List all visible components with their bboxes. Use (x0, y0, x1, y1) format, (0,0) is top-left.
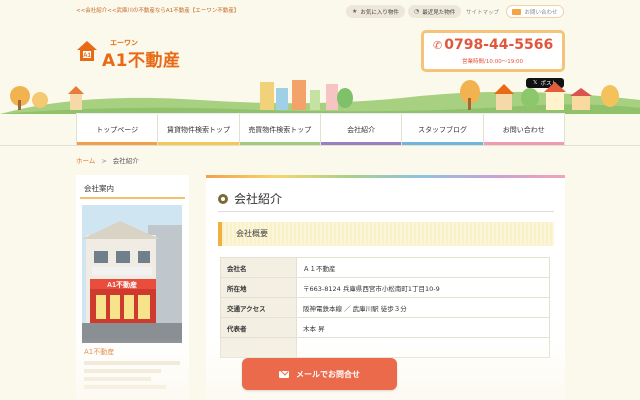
sitemap-link[interactable]: サイトマップ (466, 8, 499, 16)
table-key: 会社名 (220, 257, 297, 278)
table-key (220, 337, 297, 358)
sidebar-title: 会社案内 (84, 184, 114, 193)
site-tagline: <<会社紹介<<武庫川の不動産ならA1不動産【エーワン不動産】 (76, 8, 240, 14)
svg-text:A1: A1 (83, 53, 91, 59)
recent-button[interactable]: ◔ 最近見た物件 (408, 5, 462, 18)
breadcrumb-home[interactable]: ホーム (76, 157, 95, 165)
table-value: 木本 昇 (296, 317, 550, 338)
table-row: 代表者 木本 昇 (220, 317, 550, 338)
table-row: 交通アクセス 阪神電鉄本線 ／ 武庫川駅 徒歩３分 (220, 297, 550, 318)
star-icon: ★ (352, 8, 358, 15)
recent-label: 最近見た物件 (422, 9, 456, 16)
phone-icon: ✆ (433, 39, 443, 52)
mail-icon (279, 370, 289, 378)
sidebar-info-line (84, 361, 180, 365)
mail-icon (512, 8, 522, 15)
breadcrumb-separator: > (101, 157, 107, 165)
circle-bullet-icon (218, 193, 228, 204)
breadcrumb: ホーム > 会社紹介 (76, 155, 139, 165)
svg-text:A1不動産: A1不動産 (107, 280, 137, 289)
contact-top-button[interactable]: お問い合わせ (506, 5, 564, 18)
rainbow-top-border (206, 175, 565, 178)
table-value (296, 337, 550, 358)
sidebar-shop-name: A1不動産 (84, 348, 115, 356)
phone-number-text: 0798-44-5566 (444, 37, 554, 53)
nav-top[interactable]: トップページ (76, 114, 159, 145)
table-row: 会社名 Ａ１不動産 (220, 257, 550, 278)
nav-contact[interactable]: お問い合わせ (483, 114, 565, 145)
clock-icon: ◔ (414, 8, 420, 15)
storefront-photo: A1不動産 (82, 205, 182, 343)
phone-box[interactable]: ✆ 0798-44-5566 営業時間/10:00～19:00 (421, 30, 565, 72)
table-value: 〒663-8124 兵庫県西宮市小松南町1丁目10-9 (296, 277, 550, 298)
top-bar: <<会社紹介<<武庫川の不動産ならA1不動産【エーワン不動産】 ★ お気に入り物… (0, 0, 640, 24)
page-title: 会社紹介 (218, 190, 282, 207)
table-row: 所在地 〒663-8124 兵庫県西宮市小松南町1丁目10-9 (220, 277, 550, 298)
breadcrumb-current: 会社紹介 (112, 157, 139, 165)
title-divider (218, 211, 554, 212)
table-value: Ａ１不動産 (296, 257, 550, 278)
table-key: 所在地 (220, 277, 297, 298)
nav-rental-label: 賃貸物件検索トップ (166, 125, 230, 134)
contact-top-label: お問い合わせ (524, 9, 558, 16)
nav-contact-label: お問い合わせ (502, 125, 545, 134)
sidebar-info-line (84, 377, 152, 381)
section-heading-text: 会社概要 (236, 229, 268, 238)
nav-company-label: 会社紹介 (347, 125, 376, 134)
site-logo[interactable]: A1 エーワン A1不動産 (76, 38, 194, 71)
sidebar-info-line (84, 369, 161, 373)
nav-sale-search[interactable]: 売買物件検索トップ (239, 114, 321, 145)
table-key: 交通アクセス (220, 297, 297, 318)
nav-staff-blog[interactable]: スタッフブログ (402, 114, 484, 145)
mail-inquiry-button[interactable]: メールでお問合せ (242, 358, 397, 390)
business-hours: 営業時間/10:00～19:00 (462, 59, 524, 65)
favorites-button[interactable]: ★ お気に入り物件 (346, 5, 405, 18)
phone-number: ✆ 0798-44-5566 (433, 37, 553, 53)
global-nav: トップページ 賃貸物件検索トップ 売買物件検索トップ 会社紹介 スタッフブログ … (76, 113, 565, 145)
sidebar-info-line (84, 385, 166, 389)
sidebar: 会社案内 A1不動産 A1不動産 (76, 175, 189, 400)
house-logo-icon: A1 (77, 41, 97, 61)
nav-sale-label: 売買物件検索トップ (248, 125, 312, 134)
mail-inquiry-label: メールでお問合せ (296, 369, 360, 379)
nav-blog-label: スタッフブログ (417, 125, 467, 134)
nav-top-label: トップページ (96, 125, 139, 134)
company-info-table: 会社名 Ａ１不動産 所在地 〒663-8124 兵庫県西宮市小松南町1丁目10-9 … (220, 257, 550, 358)
table-key: 代表者 (220, 317, 297, 338)
section-heading: 会社概要 (218, 222, 554, 246)
nav-company[interactable]: 会社紹介 (320, 114, 403, 145)
favorites-label: お気に入り物件 (360, 9, 399, 16)
nav-divider (0, 145, 640, 146)
page-title-text: 会社紹介 (234, 192, 283, 206)
sidebar-title-underline (80, 197, 185, 199)
town-illustration (0, 80, 640, 114)
table-value: 阪神電鉄本線 ／ 武庫川駅 徒歩３分 (296, 297, 550, 318)
table-row (220, 337, 550, 358)
sidebar-company-info: A1不動産 (84, 347, 180, 389)
logo-name: A1不動産 (102, 51, 181, 71)
nav-rental-search[interactable]: 賃貸物件検索トップ (158, 114, 240, 145)
